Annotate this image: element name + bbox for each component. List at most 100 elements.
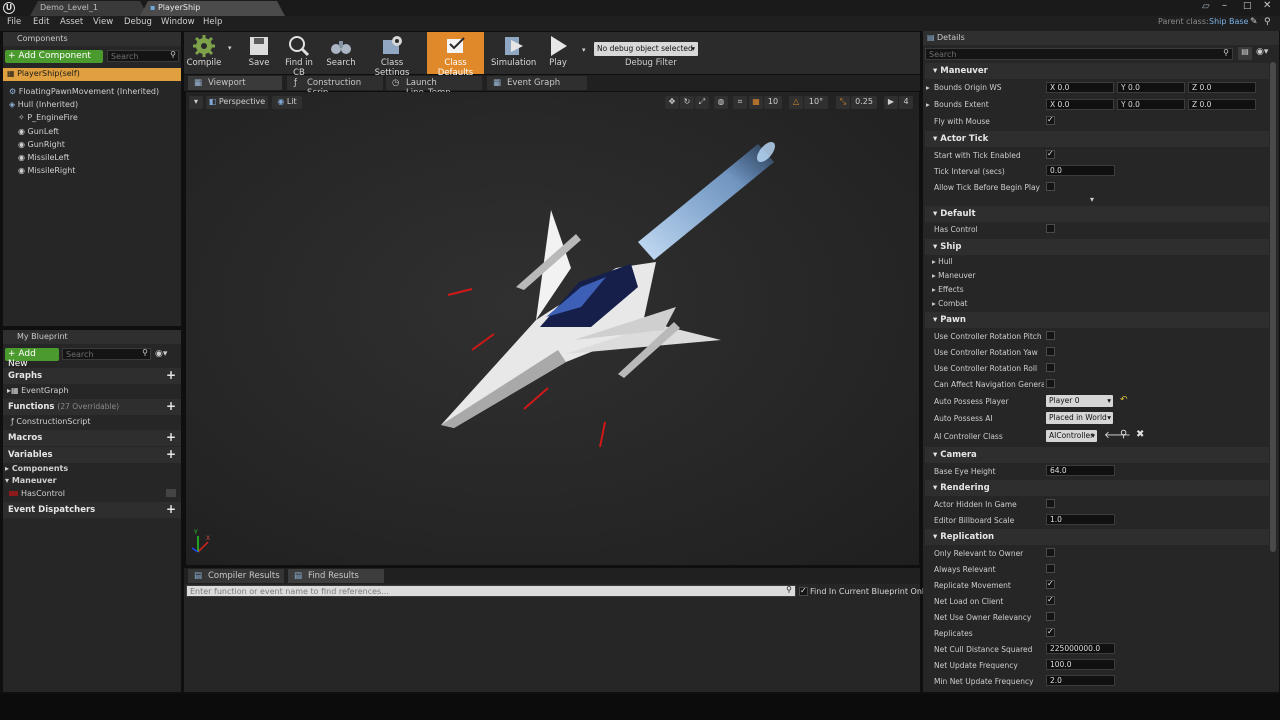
owner-relevancy-checkbox[interactable] (1046, 612, 1055, 621)
section-pawn[interactable]: ▾ Pawn (925, 312, 1269, 328)
edit-parent-icon[interactable]: ✎ (1250, 17, 1258, 27)
affect-nav-checkbox[interactable] (1046, 379, 1055, 388)
variable-group-components[interactable]: ▸ Components (5, 464, 68, 473)
only-relevant-owner-checkbox[interactable] (1046, 548, 1055, 557)
always-relevant-checkbox[interactable] (1046, 564, 1055, 573)
property-matrix-icon[interactable]: ▤ (1238, 47, 1252, 60)
bounds-origin-z[interactable]: Z 0.0 (1188, 82, 1256, 93)
menu-debug[interactable]: Debug (124, 17, 152, 27)
bounds-extent-x[interactable]: X 0.0 (1046, 99, 1114, 110)
advanced-expand-icon[interactable]: ▾ (1090, 195, 1094, 204)
search-button[interactable]: Search (325, 32, 357, 74)
unreal-logo-icon[interactable]: U (3, 2, 15, 14)
maximize-button[interactable]: □ (1243, 1, 1252, 11)
doc-tab-playership[interactable]: ▪ PlayerShip (140, 1, 285, 16)
section-variables[interactable]: Variables + (3, 447, 181, 463)
menu-help[interactable]: Help (203, 17, 222, 27)
details-search-input[interactable]: Search ⚲ (925, 48, 1233, 60)
add-component-button[interactable]: + Add Component (5, 50, 103, 63)
add-dispatcher-icon[interactable]: + (166, 502, 176, 516)
section-default[interactable]: ▾ Default (925, 206, 1269, 222)
menu-window[interactable]: Window (161, 17, 195, 27)
expand-arrow-icon[interactable]: ▸ (926, 100, 930, 109)
tab-find-results[interactable]: ▤ Find Results (288, 569, 384, 583)
parent-class-link[interactable]: Ship Base (1209, 17, 1248, 26)
section-maneuver[interactable]: ▾ Maneuver (925, 63, 1269, 79)
simulation-button[interactable]: Simulation (491, 32, 536, 74)
section-rendering[interactable]: ▾ Rendering (925, 480, 1269, 496)
find-references-input[interactable]: Enter function or event name to find ref… (186, 585, 796, 597)
bounds-extent-z[interactable]: Z 0.0 (1188, 99, 1256, 110)
hidden-in-game-checkbox[interactable] (1046, 499, 1055, 508)
tick-interval-field[interactable]: 0.0 (1046, 165, 1115, 176)
rotation-roll-checkbox[interactable] (1046, 363, 1055, 372)
tab-viewport[interactable]: ▦ Viewport (188, 76, 282, 90)
ship-item-effects[interactable]: ▸ Effects (932, 285, 964, 294)
section-graphs[interactable]: Graphs + (3, 368, 181, 384)
has-control-checkbox[interactable] (1046, 224, 1055, 233)
update-frequency-field[interactable]: 100.0 (1046, 659, 1115, 670)
play-options-arrow[interactable]: ▾ (582, 46, 586, 54)
compile-options-arrow[interactable]: ▾ (228, 44, 232, 52)
add-new-button[interactable]: + Add New (5, 348, 59, 369)
components-search-input[interactable]: Search ⚲ (107, 50, 179, 62)
menu-view[interactable]: View (93, 17, 113, 27)
section-dispatchers[interactable]: Event Dispatchers + (3, 502, 181, 518)
auto-possess-ai-select[interactable]: Placed in World ▾ (1046, 412, 1113, 424)
bounds-origin-x[interactable]: X 0.0 (1046, 82, 1114, 93)
find-in-cb-button[interactable]: Find in CB (279, 32, 319, 78)
details-scrollbar[interactable] (1270, 62, 1276, 552)
rotation-pitch-checkbox[interactable] (1046, 331, 1055, 340)
class-defaults-button[interactable]: Class Defaults (427, 32, 484, 78)
section-ship[interactable]: ▾ Ship (925, 239, 1269, 255)
variable-group-maneuver[interactable]: ▾ Maneuver (5, 476, 57, 485)
clear-x-icon[interactable]: ✖ (1136, 429, 1144, 440)
tab-compiler-results[interactable]: ▤ Compiler Results (188, 569, 284, 583)
browse-search-icon[interactable]: ⚲ (1120, 429, 1127, 440)
section-functions[interactable]: Functions (27 Overridable) + (3, 399, 181, 415)
expand-arrow-icon[interactable]: ▸ (926, 83, 930, 92)
bounds-origin-y[interactable]: Y 0.0 (1117, 82, 1185, 93)
section-actor-tick[interactable]: ▾ Actor Tick (925, 131, 1269, 147)
visibility-eye-icon[interactable]: ◉▾ (1256, 47, 1268, 57)
ai-controller-class-select[interactable]: AIController ▾ (1046, 430, 1097, 442)
graph-item-eventgraph[interactable]: ▸▦ EventGraph (7, 386, 69, 395)
add-graph-icon[interactable]: + (166, 368, 176, 382)
class-settings-button[interactable]: Class Settings (364, 32, 420, 78)
tick-enabled-checkbox[interactable] (1046, 149, 1055, 159)
blueprint-search-input[interactable]: Search ⚲ (62, 348, 151, 360)
fly-with-mouse-checkbox[interactable] (1046, 115, 1055, 125)
save-button[interactable]: Save (243, 32, 275, 74)
auto-possess-player-select[interactable]: Player 0 ▾ (1046, 395, 1113, 407)
notification-icon[interactable]: ▱ (1202, 1, 1210, 12)
reset-default-icon[interactable]: ↶ (1120, 395, 1128, 405)
viewport[interactable]: ▾ ◧ Perspective ◉ Lit ✥ ↻ ⤢ ◍ ⌗ ▦ 10 △ 1… (186, 92, 919, 565)
add-variable-icon[interactable]: + (166, 447, 176, 461)
net-load-client-checkbox[interactable] (1046, 595, 1055, 605)
tab-launch-line[interactable]: ◷Launch Line_Temp (386, 76, 482, 98)
allow-tick-checkbox[interactable] (1046, 182, 1055, 191)
cull-distance-field[interactable]: 225000000.0 (1046, 643, 1115, 654)
section-macros[interactable]: Macros + (3, 430, 181, 446)
doc-tab-level[interactable]: Demo_Level_1 (30, 1, 148, 16)
visibility-eye-icon[interactable] (166, 489, 176, 497)
close-button[interactable]: ✕ (1263, 0, 1271, 11)
billboard-scale-field[interactable]: 1.0 (1046, 514, 1115, 525)
component-missile-right[interactable]: ◉ MissileRight (18, 166, 75, 175)
component-self[interactable]: ▦ PlayerShip(self) (3, 68, 181, 81)
compile-button[interactable]: Compile (186, 32, 222, 74)
variable-item-hascontrol[interactable]: HasControl (9, 489, 179, 498)
component-gun-right[interactable]: ◉ GunRight (18, 140, 65, 149)
debug-object-select[interactable]: No debug object selected ▾ (594, 42, 698, 56)
view-options-icon[interactable]: ◉▾ (155, 349, 167, 359)
tab-event-graph[interactable]: ▦ Event Graph (487, 76, 587, 90)
component-missile-left[interactable]: ◉ MissileLeft (18, 153, 69, 162)
ship-item-maneuver[interactable]: ▸ Maneuver (932, 271, 975, 280)
menu-asset[interactable]: Asset (60, 17, 83, 27)
eye-height-field[interactable]: 64.0 (1046, 465, 1115, 476)
menu-edit[interactable]: Edit (33, 17, 49, 27)
component-floating-movement[interactable]: ⚙ FloatingPawnMovement (Inherited) (9, 87, 159, 96)
component-hull[interactable]: ◈ Hull (Inherited) (9, 100, 78, 109)
menu-file[interactable]: File (7, 17, 21, 27)
tab-construction-script[interactable]: ƒConstruction Scrip (287, 76, 383, 98)
